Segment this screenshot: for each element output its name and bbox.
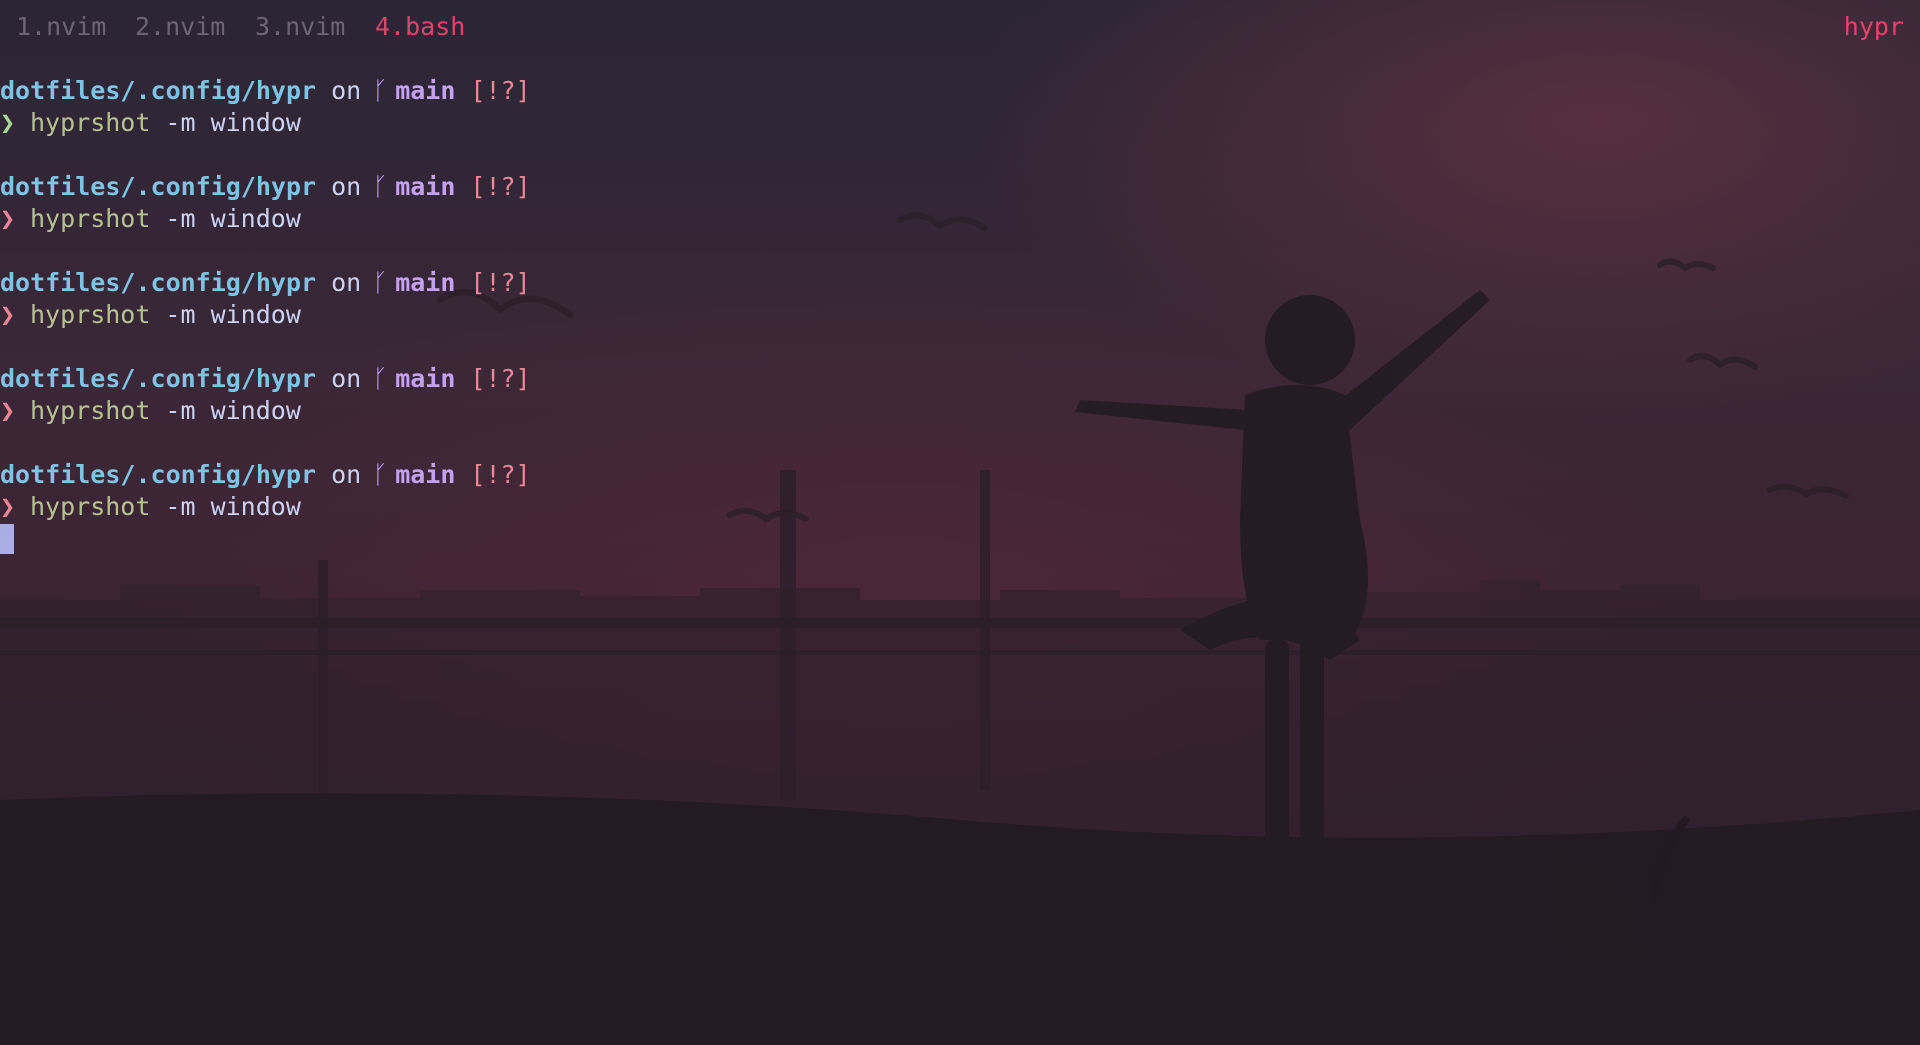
terminal-cursor	[0, 524, 14, 554]
command-args: -m window	[165, 204, 301, 233]
prompt-info-line: dotfiles/.config/hypr on ᚴ main [!?]	[0, 171, 1920, 203]
git-branch: main	[395, 172, 456, 201]
prompt-symbol: ❯	[0, 492, 16, 521]
prompt-block: dotfiles/.config/hypr on ᚴ main [!?] ❯ hyprsh…	[0, 267, 1920, 363]
command-line: ❯ hyprshot -m window	[0, 395, 1920, 427]
on-label: on	[331, 172, 362, 201]
prompt-symbol: ❯	[0, 204, 16, 233]
desktop-screen: 1.nvim 2.nvim 3.nvim 4.bash hypr dotfile…	[0, 0, 1920, 1045]
git-status: [!?]	[470, 364, 531, 393]
command-line: ❯ hyprshot -m window	[0, 107, 1920, 139]
git-branch-icon: ᚴ	[372, 172, 388, 201]
git-status: [!?]	[470, 172, 531, 201]
git-status: [!?]	[470, 76, 531, 105]
cwd-path: dotfiles/.config/hypr	[0, 76, 317, 105]
command-args: -m window	[165, 492, 301, 521]
tmux-window-1[interactable]: 1.nvim	[16, 11, 106, 43]
prompt-block: dotfiles/.config/hypr on ᚴ main [!?] ❯ hyprsh…	[0, 75, 1920, 171]
prompt-info-line: dotfiles/.config/hypr on ᚴ main [!?]	[0, 75, 1920, 107]
cwd-path: dotfiles/.config/hypr	[0, 268, 317, 297]
command-args: -m window	[165, 300, 301, 329]
git-status: [!?]	[470, 268, 531, 297]
prompt-symbol: ❯	[0, 300, 16, 329]
prompt-block: dotfiles/.config/hypr on ᚴ main [!?] ❯ hyprsh…	[0, 363, 1920, 459]
prompt-block: dotfiles/.config/hypr on ᚴ main [!?] ❯ hyprsh…	[0, 171, 1920, 267]
tmux-status-bar: 1.nvim 2.nvim 3.nvim 4.bash hypr	[0, 11, 1920, 43]
prompt-info-line: dotfiles/.config/hypr on ᚴ main [!?]	[0, 363, 1920, 395]
git-branch-icon: ᚴ	[372, 76, 388, 105]
prompt-symbol: ❯	[0, 396, 16, 425]
on-label: on	[331, 364, 362, 393]
prompt-symbol: ❯	[0, 108, 16, 137]
on-label: on	[331, 76, 362, 105]
git-branch-icon: ᚴ	[372, 364, 388, 393]
git-status: [!?]	[470, 460, 531, 489]
prompt-block: dotfiles/.config/hypr on ᚴ main [!?] ❯ hyprsh…	[0, 459, 1920, 523]
git-branch: main	[395, 268, 456, 297]
command-name: hyprshot	[30, 204, 151, 233]
command-name: hyprshot	[30, 300, 151, 329]
on-label: on	[331, 268, 362, 297]
tmux-window-3[interactable]: 3.nvim	[255, 11, 345, 43]
command-line: ❯ hyprshot -m window	[0, 491, 1920, 523]
command-line: ❯ hyprshot -m window	[0, 203, 1920, 235]
prompt-info-line: dotfiles/.config/hypr on ᚴ main [!?]	[0, 459, 1920, 491]
git-branch-icon: ᚴ	[372, 268, 388, 297]
git-branch: main	[395, 460, 456, 489]
command-name: hyprshot	[30, 396, 151, 425]
on-label: on	[331, 460, 362, 489]
prompt-info-line: dotfiles/.config/hypr on ᚴ main [!?]	[0, 267, 1920, 299]
tmux-session-name: hypr	[1843, 12, 1904, 41]
cwd-path: dotfiles/.config/hypr	[0, 364, 317, 393]
tmux-window-4-active[interactable]: 4.bash	[375, 11, 465, 43]
cwd-path: dotfiles/.config/hypr	[0, 172, 317, 201]
git-branch-icon: ᚴ	[372, 460, 388, 489]
command-name: hyprshot	[30, 492, 151, 521]
input-line[interactable]	[0, 523, 1920, 555]
git-branch: main	[395, 76, 456, 105]
tmux-window-2[interactable]: 2.nvim	[135, 11, 225, 43]
command-line: ❯ hyprshot -m window	[0, 299, 1920, 331]
command-name: hyprshot	[30, 108, 151, 137]
command-args: -m window	[165, 108, 301, 137]
terminal-output[interactable]: dotfiles/.config/hypr on ᚴ main [!?] ❯ hyprsh…	[0, 75, 1920, 555]
command-args: -m window	[165, 396, 301, 425]
cwd-path: dotfiles/.config/hypr	[0, 460, 317, 489]
git-branch: main	[395, 364, 456, 393]
